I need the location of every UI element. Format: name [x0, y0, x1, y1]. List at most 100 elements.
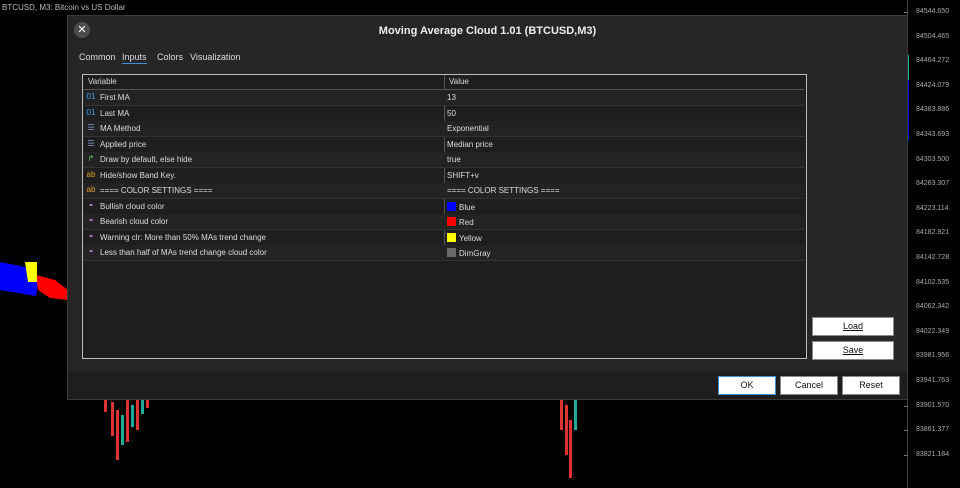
enum-icon: ☰ [87, 123, 95, 132]
candle [560, 400, 563, 430]
row-value-text: 50 [447, 108, 456, 118]
color-icon: ◓ [88, 200, 94, 210]
row-value-text: DimGray [459, 249, 491, 258]
ok-button[interactable]: OK [718, 376, 776, 395]
price-label: 83981.956 [916, 352, 950, 360]
row-variable: Bearish cloud color [100, 217, 169, 226]
candle [569, 420, 572, 478]
column-header-value[interactable]: Value [449, 77, 469, 86]
dialog-header: Moving Average Cloud 1.01 (BTCUSD,M3) ✕ [68, 16, 907, 46]
row-value[interactable]: true [447, 155, 461, 164]
price-label: 83821.184 [916, 450, 950, 458]
table-row[interactable]: ☰ MA Method Exponential [83, 121, 804, 137]
tab-visualization[interactable]: Visualization [190, 52, 240, 62]
row-variable: Bullish cloud color [100, 201, 165, 211]
row-value-text: Blue [459, 202, 476, 212]
save-button-label: Save [842, 345, 864, 355]
row-value[interactable]: DimGray [447, 248, 491, 258]
price-label: 84102.535 [916, 278, 950, 286]
row-variable: Draw by default, else hide [100, 155, 193, 164]
table-row[interactable]: ◓ Bearish cloud color Red [83, 214, 804, 230]
dialog-title: Moving Average Cloud 1.01 (BTCUSD,M3) [378, 25, 597, 37]
row-value-text: Median price [447, 139, 493, 149]
color-icon: ◓ [88, 247, 94, 256]
table-row[interactable]: ◓ Bullish cloud color Blue [83, 199, 804, 215]
close-button[interactable]: ✕ [74, 22, 90, 38]
row-variable: Applied price [100, 139, 147, 149]
tab-inputs[interactable]: Inputs [122, 52, 147, 64]
load-button[interactable]: Load [812, 317, 894, 336]
row-value-text: Yellow [459, 233, 482, 243]
candle [126, 400, 129, 442]
row-value[interactable]: Blue [447, 201, 476, 212]
row-value-text: Red [459, 218, 474, 227]
column-header-variable[interactable]: Variable [88, 77, 117, 86]
candle [565, 405, 568, 455]
table-row[interactable]: ab ==== COLOR SETTINGS ==== ==== COLOR SET… [83, 183, 804, 199]
close-icon: ✕ [77, 24, 87, 36]
tab-colors[interactable]: Colors [157, 52, 183, 62]
row-variable: Last MA [100, 108, 130, 118]
price-label: 84424.079 [916, 81, 950, 89]
row-variable: Less than half of MAs trend change cloud… [100, 248, 267, 257]
save-button[interactable]: Save [812, 341, 894, 360]
cloud-left [0, 262, 68, 300]
row-variable: ==== COLOR SETTINGS ==== [100, 186, 213, 195]
price-label: 84223.114 [916, 204, 949, 212]
candle [121, 415, 124, 445]
dialog-footer: OK Cancel Reset [68, 371, 907, 399]
table-row[interactable]: ☰ Applied price Median price [83, 137, 804, 153]
row-value[interactable]: Red [447, 217, 474, 227]
row-value[interactable]: Median price [447, 140, 493, 149]
price-label: 84263.307 [916, 180, 950, 188]
candles-bottom [104, 398, 577, 478]
row-value[interactable]: Exponential [447, 124, 489, 133]
tab-common[interactable]: Common [79, 52, 116, 62]
table-row[interactable]: ◓ Warning clr: More than 50% MAs trend ch… [83, 230, 804, 246]
row-value-text: Exponential [447, 124, 489, 133]
price-label: 83861.377 [916, 426, 950, 434]
row-value-text: SHIFT+v [447, 170, 479, 180]
table-row[interactable]: ◓ Less than half of MAs trend change clou… [83, 245, 804, 261]
candle [141, 398, 144, 414]
load-button-label: Load [842, 321, 864, 331]
row-value[interactable]: 13 [447, 93, 456, 102]
table-row[interactable]: ↱ Draw by default, else hide true [83, 152, 804, 168]
price-tick [904, 405, 908, 407]
string-icon: ab [86, 185, 96, 194]
row-value[interactable]: Yellow [447, 232, 482, 243]
inputs-table: Variable Value 01 First MA 13 01 Last MA 50 ☰ M… [82, 74, 807, 359]
reset-button[interactable]: Reset [842, 376, 900, 395]
color-swatch[interactable] [447, 248, 456, 257]
color-swatch[interactable] [447, 201, 456, 211]
candle [136, 400, 139, 430]
integer-icon: 01 [86, 107, 96, 117]
indicator-properties-dialog: Moving Average Cloud 1.01 (BTCUSD,M3) ✕ … [67, 15, 908, 400]
bear-cloud [36, 275, 68, 300]
table-row[interactable]: 01 Last MA 50 [83, 106, 804, 122]
price-label: 84142.728 [916, 254, 950, 261]
row-value-text: ==== COLOR SETTINGS ==== [447, 186, 560, 195]
price-label: 84182.921 [916, 229, 950, 237]
color-icon: ◓ [88, 216, 94, 225]
row-value[interactable]: 50 [447, 109, 456, 118]
row-variable: First MA [100, 93, 130, 102]
color-swatch[interactable] [447, 232, 456, 242]
price-label: 84062.342 [916, 303, 950, 311]
row-variable: Hide/show Band Key. [100, 170, 176, 180]
bool-icon: ↱ [87, 154, 95, 163]
table-row[interactable]: 01 First MA 13 [83, 90, 804, 106]
row-value[interactable]: SHIFT+v [447, 171, 479, 180]
table-row[interactable]: ab Hide/show Band Key. SHIFT+v [83, 168, 804, 184]
price-label: 84544.650 [916, 8, 950, 15]
row-value-text: 13 [447, 93, 456, 102]
price-label: 84303.500 [916, 155, 950, 163]
row-variable: Warning clr: More than 50% MAs trend cha… [100, 232, 267, 242]
enum-icon: ☰ [87, 138, 95, 148]
row-value[interactable]: ==== COLOR SETTINGS ==== [447, 186, 560, 195]
price-label: 83941.763 [916, 377, 950, 384]
candle [111, 402, 114, 436]
candle [116, 410, 119, 460]
cancel-button[interactable]: Cancel [780, 376, 838, 395]
color-swatch[interactable] [447, 217, 456, 226]
